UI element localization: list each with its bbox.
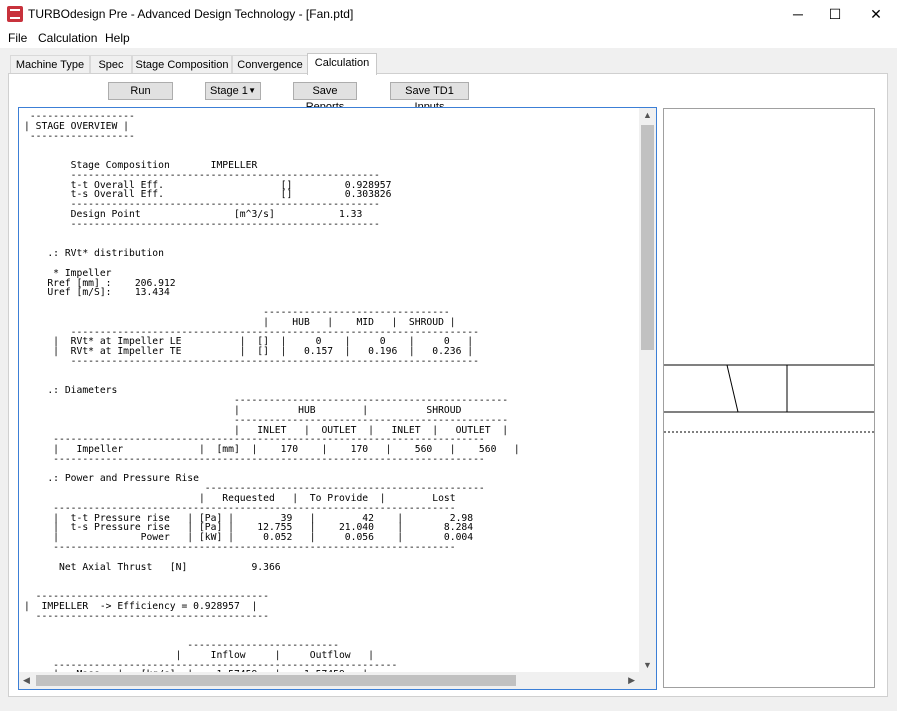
window-title: TURBOdesign Pre - Advanced Design Techno…	[28, 7, 354, 21]
menu-calculation[interactable]: Calculation	[38, 31, 97, 45]
meridional-preview	[663, 108, 875, 688]
run-button[interactable]: Run	[108, 82, 173, 100]
tab-machine-type[interactable]: Machine Type	[10, 55, 90, 74]
leading-edge-line	[726, 364, 739, 413]
tab-spec[interactable]: Spec	[90, 55, 132, 74]
maximize-button[interactable]: ☐	[817, 0, 853, 28]
stage-select-value: Stage 1	[210, 85, 248, 97]
stage-select[interactable]: Stage 1 ▼	[205, 82, 261, 100]
tab-calculation[interactable]: Calculation	[307, 53, 377, 75]
meridional-view-drawing	[664, 364, 874, 433]
scroll-right-icon[interactable]: ▶	[628, 675, 635, 686]
scroll-up-icon[interactable]: ▲	[643, 110, 652, 120]
menu-help[interactable]: Help	[105, 31, 130, 45]
scroll-down-icon[interactable]: ▼	[643, 660, 652, 670]
title-bar: TURBOdesign Pre - Advanced Design Techno…	[0, 0, 897, 28]
scrollbar-corner	[639, 672, 656, 689]
horizontal-scrollbar[interactable]: ◀ ▶	[19, 672, 639, 689]
chevron-down-icon: ▼	[248, 86, 256, 95]
tab-stage-composition[interactable]: Stage Composition	[132, 55, 232, 74]
report-text-area[interactable]: ------------------ | STAGE OVERVIEW | --…	[18, 107, 657, 690]
scroll-left-icon[interactable]: ◀	[23, 675, 30, 686]
vertical-scrollbar[interactable]: ▲ ▼	[639, 108, 656, 672]
vertical-scroll-thumb[interactable]	[641, 125, 654, 350]
close-button[interactable]: ✕	[858, 0, 894, 28]
minimize-button[interactable]: ─	[780, 0, 816, 28]
tab-convergence[interactable]: Convergence	[232, 55, 308, 74]
save-td1-inputs-button[interactable]: Save TD1 Inputs	[390, 82, 469, 113]
horizontal-scroll-thumb[interactable]	[36, 675, 516, 686]
menu-file[interactable]: File	[8, 31, 27, 45]
report-content: ------------------ | STAGE OVERVIEW | --…	[24, 111, 520, 680]
menu-bar: File Calculation Help	[0, 28, 897, 48]
save-reports-button[interactable]: Save Reports	[293, 82, 357, 113]
app-icon	[7, 6, 23, 22]
